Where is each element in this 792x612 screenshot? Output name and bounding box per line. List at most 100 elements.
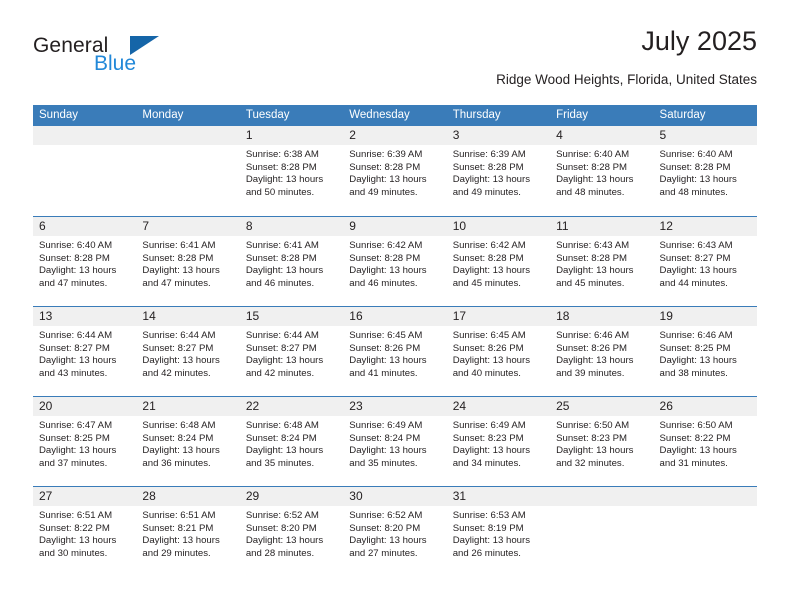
- day-detail-line: Sunrise: 6:41 AM: [142, 240, 216, 251]
- day-cell-13[interactable]: 13 Sunrise: 6:44 AM Sunset: 8:27 PM Dayligh…: [33, 307, 137, 396]
- day-details: Sunrise: 6:49 AM Sunset: 8:24 PM Daylight:…: [343, 416, 446, 470]
- calendar-week-row: 20 Sunrise: 6:47 AM Sunset: 8:25 PM Dayligh…: [33, 396, 757, 486]
- day-cell-16[interactable]: 16 Sunrise: 6:45 AM Sunset: 8:26 PM Dayligh…: [343, 307, 447, 396]
- day-detail-line: Sunset: 8:28 PM: [349, 252, 421, 264]
- day-detail-line: Sunset: 8:28 PM: [556, 161, 628, 173]
- day-cell-25[interactable]: 25 Sunrise: 6:50 AM Sunset: 8:23 PM Dayligh…: [550, 397, 654, 486]
- day-detail-line: Daylight: 13 hours: [452, 265, 531, 277]
- day-number-band: 17: [446, 307, 551, 326]
- weekday-header-tuesday: Tuesday: [245, 109, 290, 121]
- day-detail-line: Daylight: 13 hours: [452, 355, 531, 367]
- day-cell-23[interactable]: 23 Sunrise: 6:49 AM Sunset: 8:24 PM Dayligh…: [343, 397, 447, 486]
- day-detail-line: Sunset: 8:27 PM: [659, 252, 731, 264]
- day-number-band: 13: [33, 307, 137, 326]
- day-detail-line: Sunrise: 6:40 AM: [39, 240, 113, 251]
- day-cell-9[interactable]: 9 Sunrise: 6:42 AM Sunset: 8:28 PM Daylight…: [343, 217, 447, 306]
- day-detail-line: and 39 minutes.: [556, 367, 625, 379]
- day-detail-line: Daylight: 13 hours: [452, 535, 531, 547]
- day-cell-8[interactable]: 8 Sunrise: 6:41 AM Sunset: 8:28 PM Daylight…: [239, 217, 344, 306]
- day-cell-28[interactable]: 28 Sunrise: 6:51 AM Sunset: 8:21 PM Dayligh…: [136, 487, 240, 576]
- day-cell-12[interactable]: 12 Sunrise: 6:43 AM Sunset: 8:27 PM Dayligh…: [653, 217, 757, 306]
- day-detail-line: Sunrise: 6:45 AM: [349, 330, 423, 341]
- day-detail-line: Sunrise: 6:48 AM: [245, 420, 319, 431]
- day-cell-10[interactable]: 10 Sunrise: 6:42 AM Sunset: 8:28 PM Dayligh…: [446, 217, 551, 306]
- day-number-band: 4: [550, 126, 654, 145]
- day-number-band: [653, 487, 757, 506]
- weekday-header-friday: Friday: [556, 109, 589, 121]
- day-details: [550, 506, 653, 510]
- day-cell-1[interactable]: 1 Sunrise: 6:38 AM Sunset: 8:28 PM Daylight…: [239, 126, 344, 216]
- weekday-header-saturday: Saturday: [659, 109, 706, 121]
- day-number: 12: [659, 219, 673, 233]
- day-cell-18[interactable]: 18 Sunrise: 6:46 AM Sunset: 8:26 PM Dayligh…: [550, 307, 654, 396]
- day-detail-line: and 43 minutes.: [39, 367, 108, 379]
- day-detail-line: and 36 minutes.: [142, 457, 211, 469]
- day-detail-line: and 37 minutes.: [39, 457, 108, 469]
- day-detail-line: Sunrise: 6:42 AM: [452, 240, 526, 251]
- day-cell-20[interactable]: 20 Sunrise: 6:47 AM Sunset: 8:25 PM Dayligh…: [33, 397, 137, 486]
- day-detail-line: Daylight: 13 hours: [556, 445, 634, 457]
- day-detail-line: Sunset: 8:25 PM: [659, 342, 731, 354]
- day-cell-21[interactable]: 21 Sunrise: 6:48 AM Sunset: 8:24 PM Dayligh…: [136, 397, 240, 486]
- day-cell-empty: [653, 487, 757, 576]
- day-number-band: 23: [343, 397, 447, 416]
- day-cell-15[interactable]: 15 Sunrise: 6:44 AM Sunset: 8:27 PM Dayligh…: [239, 307, 344, 396]
- day-detail-line: Sunset: 8:22 PM: [39, 522, 110, 534]
- weekday-header-row: Sunday Monday Tuesday Wednesday Thursday Frid…: [33, 105, 757, 126]
- day-detail-line: Sunrise: 6:46 AM: [659, 330, 733, 341]
- day-cell-5[interactable]: 5 Sunrise: 6:40 AM Sunset: 8:28 PM Daylight…: [653, 126, 757, 216]
- day-details: Sunrise: 6:42 AM Sunset: 8:28 PM Daylight:…: [447, 236, 550, 290]
- day-cell-3[interactable]: 3 Sunrise: 6:39 AM Sunset: 8:28 PM Daylight…: [446, 126, 551, 216]
- day-cell-14[interactable]: 14 Sunrise: 6:44 AM Sunset: 8:27 PM Dayligh…: [136, 307, 240, 396]
- day-cell-17[interactable]: 17 Sunrise: 6:45 AM Sunset: 8:26 PM Dayligh…: [446, 307, 551, 396]
- day-cell-22[interactable]: 22 Sunrise: 6:48 AM Sunset: 8:24 PM Dayligh…: [239, 397, 344, 486]
- day-detail-line: Daylight: 13 hours: [349, 445, 427, 457]
- day-detail-line: Sunrise: 6:50 AM: [556, 420, 630, 431]
- day-number-band: 19: [653, 307, 757, 326]
- day-cell-empty: [33, 126, 137, 216]
- day-detail-line: Sunrise: 6:44 AM: [142, 330, 216, 341]
- day-detail-line: Sunrise: 6:44 AM: [39, 330, 113, 341]
- day-detail-line: Sunrise: 6:38 AM: [245, 149, 319, 160]
- day-cell-6[interactable]: 6 Sunrise: 6:40 AM Sunset: 8:28 PM Daylight…: [33, 217, 137, 306]
- day-number-band: 18: [550, 307, 654, 326]
- day-detail-line: and 28 minutes.: [245, 547, 315, 559]
- day-detail-line: and 45 minutes.: [556, 277, 625, 289]
- day-cell-2[interactable]: 2 Sunrise: 6:39 AM Sunset: 8:28 PM Daylight…: [343, 126, 447, 216]
- day-cell-4[interactable]: 4 Sunrise: 6:40 AM Sunset: 8:28 PM Daylight…: [550, 126, 654, 216]
- day-detail-line: Sunrise: 6:52 AM: [245, 510, 319, 521]
- day-number-band: [33, 126, 137, 145]
- day-cell-27[interactable]: 27 Sunrise: 6:51 AM Sunset: 8:22 PM Dayligh…: [33, 487, 137, 576]
- day-details: Sunrise: 6:50 AM Sunset: 8:22 PM Daylight:…: [654, 416, 757, 470]
- day-cell-24[interactable]: 24 Sunrise: 6:49 AM Sunset: 8:23 PM Dayligh…: [446, 397, 551, 486]
- weekday-header-monday: Monday: [142, 109, 184, 121]
- day-cell-7[interactable]: 7 Sunrise: 6:41 AM Sunset: 8:28 PM Daylight…: [136, 217, 240, 306]
- day-detail-line: Sunrise: 6:49 AM: [349, 420, 423, 431]
- day-detail-line: Daylight: 13 hours: [556, 174, 634, 186]
- day-number: 23: [349, 399, 363, 413]
- day-details: Sunrise: 6:38 AM Sunset: 8:28 PM Daylight:…: [240, 145, 343, 199]
- day-detail-line: Sunset: 8:28 PM: [659, 161, 731, 173]
- day-cell-30[interactable]: 30 Sunrise: 6:52 AM Sunset: 8:20 PM Dayligh…: [343, 487, 447, 576]
- day-detail-line: Sunrise: 6:40 AM: [556, 149, 630, 160]
- day-number-band: 26: [653, 397, 757, 416]
- day-detail-line: Sunrise: 6:49 AM: [452, 420, 526, 431]
- day-details: Sunrise: 6:51 AM Sunset: 8:22 PM Daylight:…: [33, 506, 136, 560]
- day-detail-line: and 34 minutes.: [452, 457, 521, 469]
- day-detail-line: Sunset: 8:28 PM: [39, 252, 110, 264]
- day-cell-19[interactable]: 19 Sunrise: 6:46 AM Sunset: 8:25 PM Dayligh…: [653, 307, 757, 396]
- general-blue-logo[interactable]: General Blue: [33, 34, 233, 84]
- day-details: Sunrise: 6:40 AM Sunset: 8:28 PM Daylight:…: [654, 145, 757, 199]
- day-cell-29[interactable]: 29 Sunrise: 6:52 AM Sunset: 8:20 PM Dayligh…: [239, 487, 344, 576]
- day-cell-31[interactable]: 31 Sunrise: 6:53 AM Sunset: 8:19 PM Dayligh…: [446, 487, 551, 576]
- day-details: Sunrise: 6:44 AM Sunset: 8:27 PM Daylight:…: [136, 326, 239, 380]
- day-cell-26[interactable]: 26 Sunrise: 6:50 AM Sunset: 8:22 PM Dayligh…: [653, 397, 757, 486]
- day-detail-line: and 31 minutes.: [659, 457, 728, 469]
- day-number-band: 1: [239, 126, 344, 145]
- day-number: 8: [245, 219, 253, 233]
- day-detail-line: Daylight: 13 hours: [245, 265, 324, 277]
- day-detail-line: Daylight: 13 hours: [659, 174, 737, 186]
- day-number-band: [136, 126, 240, 145]
- day-cell-11[interactable]: 11 Sunrise: 6:43 AM Sunset: 8:28 PM Dayligh…: [550, 217, 654, 306]
- day-number: 13: [39, 309, 53, 323]
